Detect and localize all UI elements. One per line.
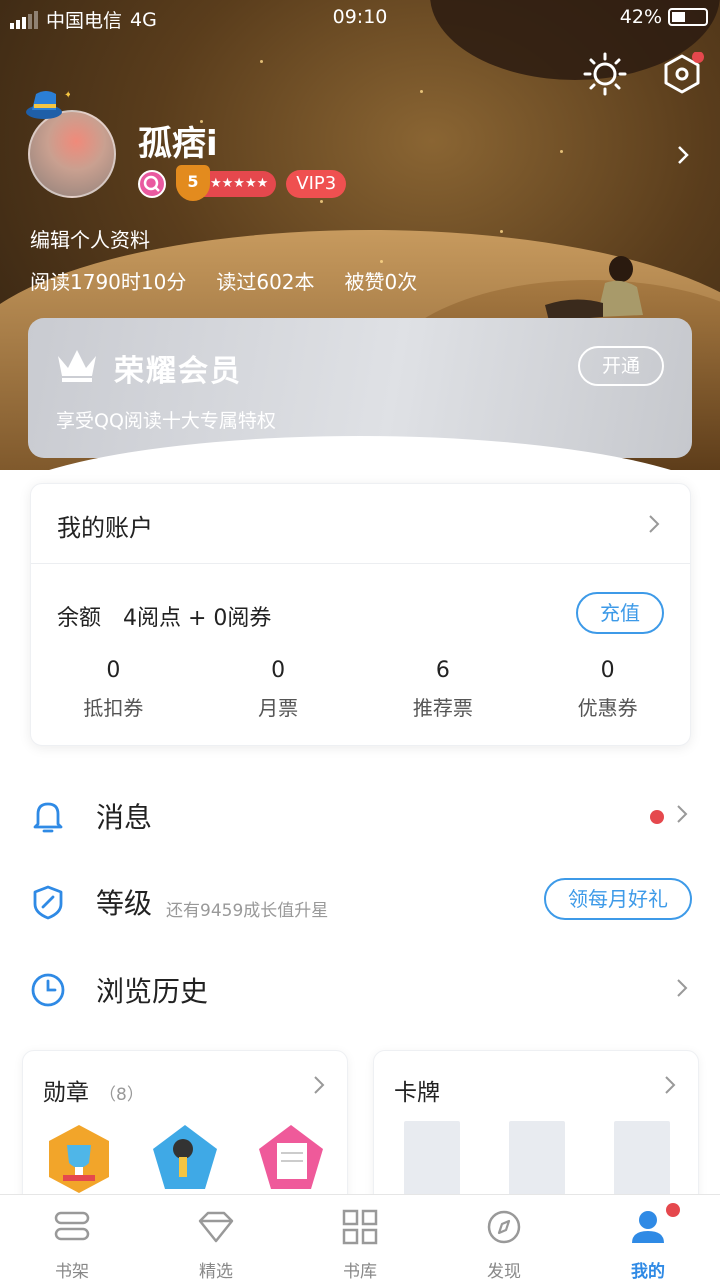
tab-label: 书库 (343, 1262, 377, 1282)
avatar[interactable] (28, 110, 116, 198)
decor-sparkle (380, 260, 383, 263)
item-label: 推荐票 (412, 696, 473, 720)
account-card: 我的账户 余额 4阅点 + 0阅券 充值 0 抵扣券 0 月票 6 推荐票 0 优惠券 (30, 483, 691, 746)
notification-dot (666, 1203, 680, 1217)
tab-discover[interactable]: 发现 (432, 1195, 576, 1282)
vip-badge[interactable]: VIP3 (286, 170, 347, 198)
stat-likes: 被赞0次 (344, 270, 418, 294)
diamond-icon (198, 1211, 234, 1243)
battery: 42% (620, 6, 708, 28)
reading-stats: 阅读1790时10分 读过602本 被赞0次 (30, 266, 417, 295)
decor-sparkle (500, 230, 503, 233)
tab-label: 发现 (487, 1262, 521, 1282)
decor-sparkle (260, 60, 263, 63)
tab-label: 书架 (55, 1262, 89, 1282)
tab-featured[interactable]: 精选 (144, 1195, 288, 1282)
chevron-right-icon (649, 515, 660, 533)
sitting-person-illustration (545, 256, 643, 321)
account-items: 0 抵扣券 0 月票 6 推荐票 0 优惠券 (31, 656, 690, 721)
decor-sparkle (420, 90, 423, 93)
medals-title: 勋章 （8） (43, 1073, 144, 1107)
avatar-area[interactable]: ✦ (22, 88, 122, 198)
settings-hexagon-icon[interactable] (660, 52, 704, 96)
tab-mine[interactable]: 我的 (576, 1195, 720, 1282)
balance-label: 余额 (57, 606, 102, 631)
menu-row-messages[interactable]: 消息 (0, 780, 720, 850)
balance-value: 4阅点 + 0阅券 (123, 606, 272, 631)
clock: 09:10 (332, 6, 388, 28)
status-bar: 中国电信 4G 09:10 42% (0, 0, 720, 38)
night-mode-sun-icon[interactable] (583, 52, 627, 96)
item-value: 0 (106, 658, 121, 683)
battery-icon (668, 8, 708, 26)
chevron-right-icon (665, 1076, 676, 1094)
item-value: 6 (435, 658, 450, 683)
member-title: 荣耀会员 (114, 354, 242, 389)
chevron-right-icon (677, 979, 688, 997)
menu-label: 等级 (96, 887, 153, 920)
medals-count: （8） (99, 1085, 144, 1105)
avatar-hat-decoration: ✦ (26, 90, 70, 119)
chevron-right-icon[interactable] (676, 144, 690, 166)
decor-sparkle (560, 150, 563, 153)
account-title: 我的账户 (57, 514, 153, 542)
bookshelf-icon (54, 1211, 90, 1241)
qq-badge-icon[interactable] (138, 170, 166, 198)
member-subtitle: 享受QQ阅读十大专属特权 (56, 410, 276, 432)
stat-reading-time: 阅读1790时10分 (30, 270, 187, 294)
cards-title: 卡牌 (394, 1080, 440, 1106)
bell-icon (33, 802, 63, 833)
battery-percent: 42% (619, 6, 662, 28)
item-label: 优惠券 (577, 696, 638, 720)
person-icon (632, 1211, 664, 1243)
tab-library[interactable]: 书库 (288, 1195, 432, 1282)
bottom-tab-bar: 书架 精选 书库 发现 我的 (0, 1194, 720, 1282)
account-item-deduction-coupon[interactable]: 0 抵扣券 (31, 656, 196, 721)
medal-document-icon[interactable] (255, 1123, 327, 1195)
item-value: 0 (600, 658, 615, 683)
tab-bookshelf[interactable]: 书架 (0, 1195, 144, 1282)
unread-dot (650, 810, 664, 824)
edit-profile-link[interactable]: 编辑个人资料 (30, 224, 150, 253)
medals-title-text: 勋章 (43, 1080, 89, 1106)
menu-row-history[interactable]: 浏览历史 (0, 954, 720, 1024)
grid-icon (342, 1209, 378, 1245)
level-stars: ★★★★★ (210, 176, 269, 191)
open-member-button[interactable]: 开通 (578, 346, 664, 386)
item-label: 抵扣券 (83, 696, 144, 720)
tab-label: 我的 (631, 1262, 665, 1282)
level-shield-icon: 5 (176, 165, 210, 201)
menu-label: 消息 (96, 801, 153, 834)
monthly-gift-button[interactable]: 领每月好礼 (544, 878, 692, 920)
level-badge[interactable]: 5 ★★★★★ (176, 165, 277, 201)
decor-sparkle (320, 200, 323, 203)
level-hint: 还有9459成长值升星 (166, 901, 329, 921)
username[interactable]: 孤痞i (138, 116, 218, 165)
item-value: 0 (271, 658, 286, 683)
menu-label: 浏览历史 (96, 975, 209, 1008)
badge-row: 5 ★★★★★ VIP3 (138, 165, 347, 201)
account-item-recommend-ticket[interactable]: 6 推荐票 (361, 656, 526, 721)
account-item-discount-coupon[interactable]: 0 优惠券 (525, 656, 690, 721)
chevron-right-icon (677, 805, 688, 823)
balance: 余额 4阅点 + 0阅券 (57, 600, 271, 632)
account-item-monthly-ticket[interactable]: 0 月票 (196, 656, 361, 721)
crown-icon (58, 350, 96, 382)
stat-books-read: 读过602本 (216, 270, 315, 294)
item-label: 月票 (258, 696, 299, 720)
shield-level-icon (33, 885, 63, 920)
tab-label: 精选 (199, 1262, 233, 1282)
menu-row-level[interactable]: 等级 还有9459成长值升星 领每月好礼 (0, 866, 720, 936)
compass-icon (487, 1210, 521, 1244)
chevron-right-icon (314, 1076, 325, 1094)
medal-microphone-icon[interactable] (149, 1123, 221, 1195)
account-header[interactable]: 我的账户 (31, 484, 690, 564)
svg-text:✦: ✦ (64, 90, 70, 101)
medal-trophy-icon[interactable] (43, 1123, 115, 1195)
recharge-button[interactable]: 充值 (576, 592, 664, 634)
clock-icon (31, 973, 65, 1007)
